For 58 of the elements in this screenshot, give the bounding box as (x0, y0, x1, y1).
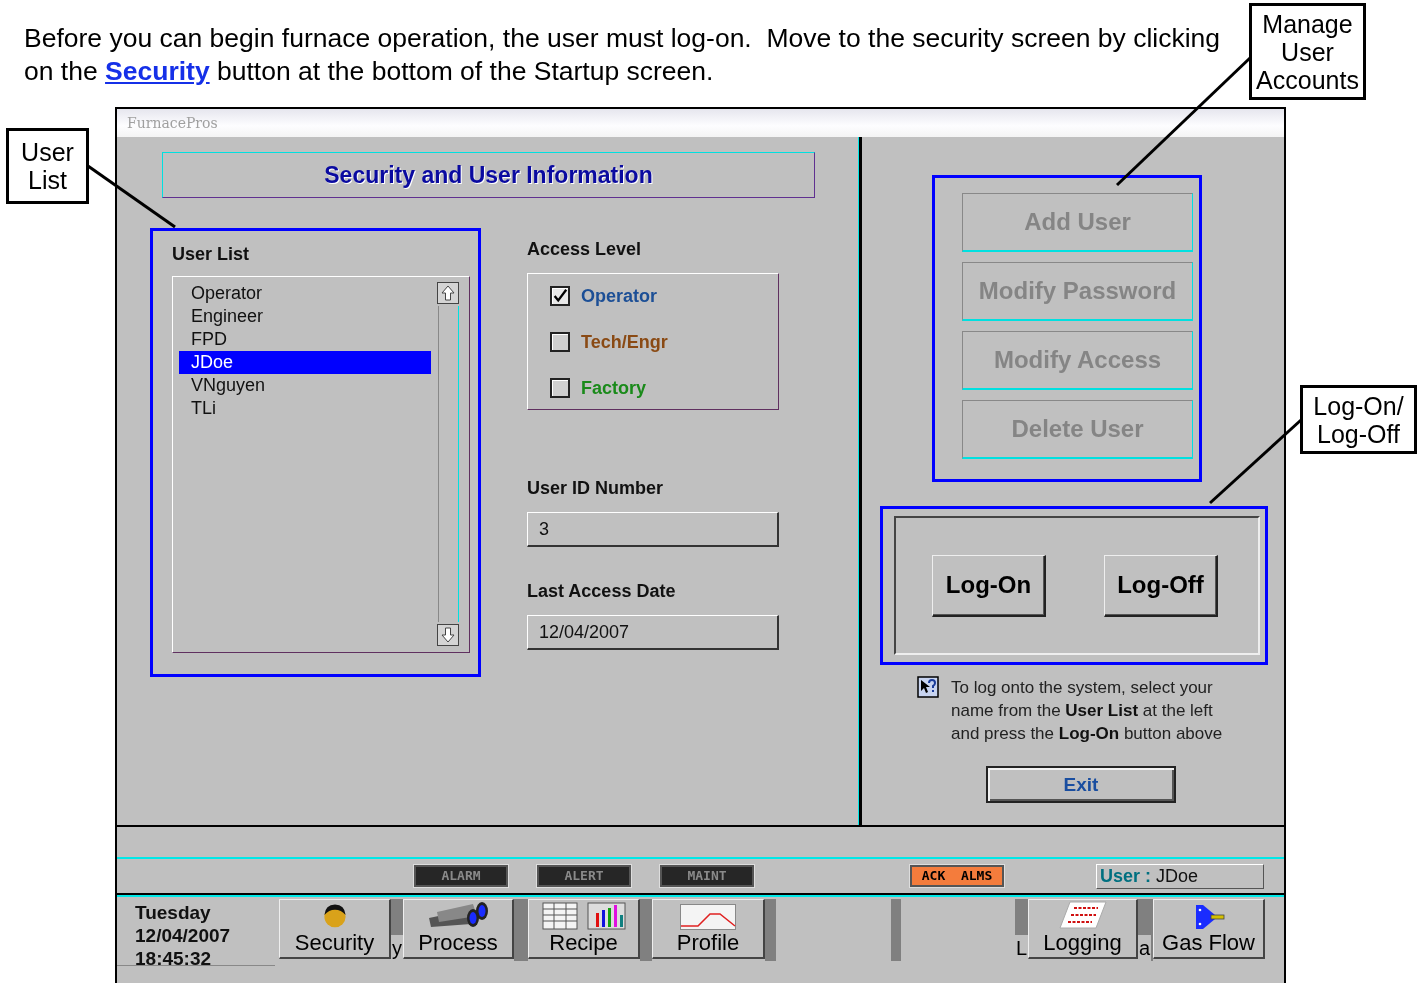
button-edge (514, 899, 528, 961)
partial-label: a (1138, 935, 1152, 961)
scroll-down-icon (437, 624, 459, 646)
binoculars-icon (427, 902, 489, 930)
nav-button[interactable]: Process (403, 899, 514, 959)
button-edge (765, 899, 776, 961)
log-button[interactable]: Log-Off (1104, 554, 1218, 617)
alarm-indicator[interactable]: MAINT (660, 865, 754, 887)
user-list-item[interactable]: TLi (179, 397, 431, 420)
nav-button[interactable]: Recipe (528, 899, 640, 959)
partial-label: L (1015, 935, 1028, 961)
user-list-item[interactable]: Operator (179, 282, 431, 305)
user-list-item[interactable]: VNguyen (179, 374, 431, 397)
checkbox[interactable] (550, 332, 570, 352)
user-list-item[interactable]: Engineer (179, 305, 431, 328)
checkbox[interactable] (550, 286, 570, 306)
instruction-text: Before you can begin furnace operation, the user must log-on. Move to the security screen by clicking on the Security button at the bottom of the Startup screen. (23, 22, 1222, 88)
access-level-label: Access Level (527, 238, 643, 260)
help-icon (917, 676, 939, 698)
nav-button[interactable]: Profile (652, 899, 765, 959)
access-level-option: Tech/Engr (581, 331, 668, 353)
security-link[interactable]: Security (105, 56, 210, 86)
access-level-option: Operator (581, 285, 658, 307)
user-id-label: User ID Number (527, 477, 665, 499)
profile-chart-icon (680, 904, 736, 930)
log-button[interactable]: Log-On (932, 554, 1046, 617)
scroll-up-icon (437, 282, 459, 304)
user-id-field[interactable]: 3 (527, 512, 779, 547)
last-access-label: Last Access Date (527, 580, 677, 602)
user-list-label: User List (172, 243, 251, 265)
day-text: Tuesday (135, 901, 212, 924)
callout-label: Manage User Accounts (1249, 3, 1366, 100)
partial-label: y (391, 935, 403, 961)
user-list-item[interactable]: JDoe (179, 351, 431, 374)
button-edge (891, 899, 901, 961)
access-level-option: Factory (581, 377, 647, 399)
last-access-field[interactable]: 12/04/2007 (527, 615, 779, 650)
exit-button[interactable]: Exit (986, 766, 1176, 803)
button-edge (640, 899, 652, 961)
alarm-indicator[interactable]: ALERT (537, 865, 631, 887)
nav-button[interactable]: Security (279, 899, 391, 959)
paper-note-icon (1057, 900, 1108, 930)
alarm-indicator[interactable]: ACK ALMS (910, 865, 1004, 887)
callout-label: Log-On/ Log-Off (1300, 385, 1417, 454)
user-list-item[interactable]: FPD (179, 328, 431, 351)
user-label: User : (1100, 865, 1152, 886)
nav-button[interactable]: Gas Flow (1153, 899, 1265, 959)
checkbox[interactable] (550, 378, 570, 398)
callout-label: User List (6, 128, 89, 204)
table-chart-icon (541, 902, 626, 930)
time-text: 18:45:32 (135, 947, 213, 970)
window-title: FurnacePros (117, 109, 1284, 137)
date-text: 12/04/2007 (135, 924, 232, 947)
alarm-indicator[interactable]: ALARM (414, 865, 508, 887)
screen-heading: Security and User Information (162, 152, 815, 198)
help-text: To log onto the system, select your name from the User List at the left and press the Log-On button above (951, 677, 1224, 745)
nav-button[interactable]: Logging (1028, 899, 1138, 959)
user-name: JDoe (1155, 865, 1199, 886)
